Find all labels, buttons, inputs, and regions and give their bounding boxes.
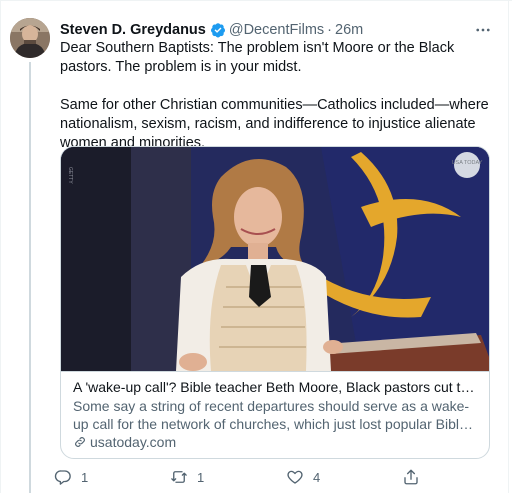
- frame-right-border: [508, 0, 509, 493]
- tweet-paragraph: Same for other Christian communities—Cat…: [60, 97, 489, 151]
- card-body[interactable]: A 'wake-up call'? Bible teacher Beth Moo…: [61, 371, 489, 458]
- link-preview-card[interactable]: USA TODAY GETTY A 'wake-up call'? Bible …: [60, 146, 490, 459]
- author-name[interactable]: Steven D. Greydanus: [60, 20, 206, 40]
- thread-line: [29, 62, 31, 493]
- tweet-actions: 1 1 4: [54, 466, 434, 488]
- card-domain: usatoday.com: [73, 433, 477, 451]
- image-badge-text: USA TODAY: [452, 160, 483, 166]
- like-button[interactable]: 4: [286, 466, 320, 488]
- tweet-text: Dear Southern Baptists: The problem isn'…: [60, 39, 500, 153]
- retweet-button[interactable]: 1: [170, 466, 204, 488]
- tweet-header: Steven D. Greydanus @DecentFilms · 26m: [60, 20, 363, 40]
- card-image[interactable]: USA TODAY GETTY: [61, 147, 489, 371]
- reply-count: 1: [81, 469, 89, 485]
- tweet-timestamp[interactable]: 26m: [335, 20, 363, 40]
- author-handle[interactable]: @DecentFilms: [229, 20, 324, 40]
- avatar[interactable]: [10, 18, 50, 58]
- card-description: Some say a string of recent departures s…: [73, 398, 470, 432]
- like-count: 4: [313, 469, 321, 485]
- frame-top-border: [0, 0, 512, 1]
- card-title: A 'wake-up call'? Bible teacher Beth Moo…: [73, 379, 477, 395]
- retweet-count: 1: [197, 469, 205, 485]
- verified-badge-icon: [210, 22, 226, 38]
- more-dots-icon: [476, 28, 490, 32]
- frame-left-border: [0, 0, 1, 493]
- share-button[interactable]: [402, 466, 429, 488]
- share-icon: [404, 469, 418, 485]
- reply-icon: [54, 470, 71, 485]
- tweet-paragraph: Dear Southern Baptists: The problem isn'…: [60, 40, 455, 75]
- link-icon: [75, 437, 85, 447]
- header-separator: ·: [327, 22, 332, 38]
- retweet-icon: [171, 471, 187, 483]
- card-domain-text: usatoday.com: [90, 434, 177, 450]
- reply-button[interactable]: 1: [54, 466, 88, 488]
- image-credit-text: GETTY: [67, 167, 73, 184]
- heart-icon: [287, 470, 303, 484]
